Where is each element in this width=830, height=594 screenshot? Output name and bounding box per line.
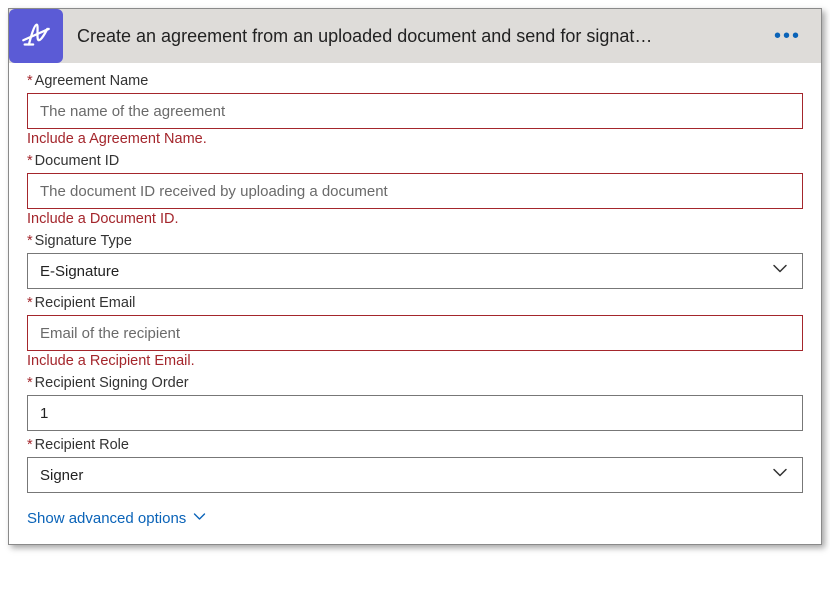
- label-text: Document ID: [35, 153, 120, 169]
- field-document-id: *Document ID Include a Document ID.: [27, 153, 803, 227]
- label-agreement-name: *Agreement Name: [27, 73, 803, 89]
- label-recipient-email: *Recipient Email: [27, 295, 803, 311]
- required-asterisk: *: [27, 437, 33, 453]
- adobe-sign-icon: [9, 9, 63, 63]
- action-card: Create an agreement from an uploaded doc…: [8, 8, 822, 545]
- label-document-id: *Document ID: [27, 153, 803, 169]
- agreement-name-input[interactable]: [27, 93, 803, 129]
- required-asterisk: *: [27, 375, 33, 391]
- recipient-signing-order-input[interactable]: [27, 395, 803, 431]
- required-asterisk: *: [27, 153, 33, 169]
- label-text: Recipient Role: [35, 437, 129, 453]
- recipient-email-input[interactable]: [27, 315, 803, 351]
- signature-type-select[interactable]: E-Signature: [27, 253, 803, 289]
- card-header: Create an agreement from an uploaded doc…: [9, 9, 821, 63]
- recipient-role-select[interactable]: Signer: [27, 457, 803, 493]
- error-recipient-email: Include a Recipient Email.: [27, 353, 803, 369]
- label-signature-type: *Signature Type: [27, 233, 803, 249]
- required-asterisk: *: [27, 233, 33, 249]
- error-agreement-name: Include a Agreement Name.: [27, 131, 803, 147]
- label-text: Agreement Name: [35, 73, 149, 89]
- label-text: Recipient Email: [35, 295, 136, 311]
- label-text: Signature Type: [35, 233, 132, 249]
- field-signature-type: *Signature Type E-Signature: [27, 233, 803, 289]
- card-body: *Agreement Name Include a Agreement Name…: [9, 63, 821, 544]
- more-button[interactable]: •••: [766, 21, 809, 52]
- error-document-id: Include a Document ID.: [27, 211, 803, 227]
- field-recipient-signing-order: *Recipient Signing Order: [27, 375, 803, 431]
- label-recipient-role: *Recipient Role: [27, 437, 803, 453]
- field-agreement-name: *Agreement Name Include a Agreement Name…: [27, 73, 803, 147]
- document-id-input[interactable]: [27, 173, 803, 209]
- required-asterisk: *: [27, 73, 33, 89]
- field-recipient-email: *Recipient Email Include a Recipient Ema…: [27, 295, 803, 369]
- select-value: Signer: [40, 467, 83, 484]
- advanced-label: Show advanced options: [27, 510, 186, 527]
- field-recipient-role: *Recipient Role Signer: [27, 437, 803, 493]
- label-text: Recipient Signing Order: [35, 375, 189, 391]
- card-title: Create an agreement from an uploaded doc…: [63, 26, 766, 47]
- select-value: E-Signature: [40, 263, 119, 280]
- label-recipient-signing-order: *Recipient Signing Order: [27, 375, 803, 391]
- required-asterisk: *: [27, 295, 33, 311]
- show-advanced-options-button[interactable]: Show advanced options: [27, 509, 207, 528]
- chevron-down-icon: [192, 509, 207, 528]
